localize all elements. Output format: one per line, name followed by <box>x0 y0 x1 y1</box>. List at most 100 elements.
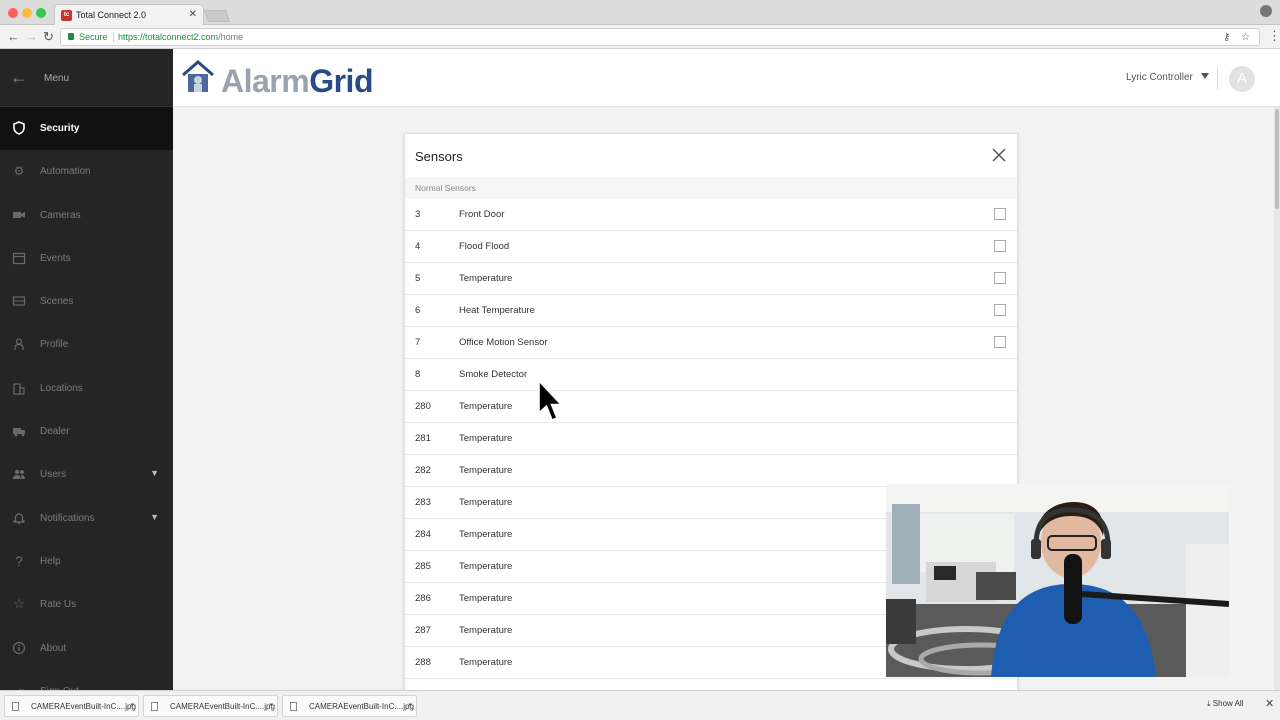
sensor-row[interactable]: 6 Heat Temperature <box>405 295 1017 327</box>
sensor-row[interactable]: 7 Office Motion Sensor <box>405 327 1017 359</box>
sidebar-item-notifications[interactable]: Notifications ▼ <box>0 497 173 540</box>
star-icon: ☆ <box>13 596 25 612</box>
minimize-window-button[interactable] <box>22 8 32 18</box>
sensor-number: 280 <box>415 401 431 412</box>
sensor-row[interactable]: 281 Temperature <box>405 423 1017 455</box>
sidebar-item-locations[interactable]: Locations <box>0 367 173 410</box>
sensor-number: 6 <box>415 305 421 316</box>
close-shelf-icon[interactable]: ✕ <box>1265 697 1274 710</box>
close-icon[interactable] <box>991 147 1007 163</box>
sensor-name: Temperature <box>459 497 513 508</box>
sensor-number: 286 <box>415 593 431 604</box>
sensor-row[interactable]: 280 Temperature <box>405 391 1017 423</box>
sensor-row[interactable]: 282 Temperature <box>405 455 1017 487</box>
house-logo-icon <box>182 60 214 92</box>
key-icon[interactable]: ⚷ <box>1223 30 1230 46</box>
sidebar-item-scenes[interactable]: Scenes <box>0 280 173 323</box>
browser-tab[interactable]: tc Total Connect 2.0 ✕ <box>54 4 204 25</box>
sidebar-item-users[interactable]: Users ▼ <box>0 453 173 496</box>
sidebar-item-events[interactable]: Events <box>0 237 173 280</box>
close-window-button[interactable] <box>8 8 18 18</box>
sensor-row[interactable]: 8 Smoke Detector <box>405 359 1017 391</box>
chevron-down-icon[interactable]: ▼ <box>150 512 159 522</box>
sensor-number: 7 <box>415 337 421 348</box>
menu-label: Menu <box>44 73 70 84</box>
file-icon <box>151 702 158 711</box>
show-all-button[interactable]: ⤓ Show All <box>1207 699 1243 709</box>
camera-icon <box>12 208 26 222</box>
maximize-window-button[interactable] <box>36 8 46 18</box>
sensor-name: Temperature <box>459 657 513 668</box>
bookmark-star-icon[interactable]: ☆ <box>1241 30 1250 46</box>
sensor-checkbox[interactable] <box>994 272 1006 284</box>
sensor-name: Temperature <box>459 625 513 636</box>
menu-toggle[interactable]: ← Menu <box>0 49 173 107</box>
back-icon[interactable]: ← <box>7 29 20 44</box>
url-field[interactable]: Secure https://totalconnect2.com/home ⚷ … <box>60 28 1260 46</box>
sidebar-item-about[interactable]: About <box>0 627 173 670</box>
avatar[interactable]: A <box>1229 66 1255 92</box>
sensor-row[interactable]: 5 Temperature <box>405 263 1017 295</box>
person-icon <box>12 337 26 351</box>
sensor-name: Office Motion Sensor <box>459 337 548 348</box>
file-icon <box>290 702 297 711</box>
page-scrollbar[interactable] <box>1274 107 1280 699</box>
tab-title: Total Connect 2.0 <box>76 10 147 20</box>
sidebar-item-dealer[interactable]: Dealer <box>0 410 173 453</box>
caret-down-icon[interactable]: ▾ <box>269 701 273 709</box>
sidebar-item-automation[interactable]: ⚙ Automation <box>0 150 173 193</box>
sensor-number: 283 <box>415 497 431 508</box>
sensor-row[interactable]: 3 Front Door <box>405 199 1017 231</box>
sidebar-item-rate-us[interactable]: ☆ Rate Us <box>0 583 173 626</box>
sidebar: ← Menu Security ⚙ Automation Cameras Eve… <box>0 49 173 699</box>
modal-title: Sensors <box>415 149 463 164</box>
sidebar-item-help[interactable]: ? Help <box>0 540 173 583</box>
secure-label: Secure <box>79 32 108 42</box>
sensor-number: 281 <box>415 433 431 444</box>
sensor-checkbox[interactable] <box>994 336 1006 348</box>
close-tab-icon[interactable]: ✕ <box>189 9 197 20</box>
sensor-row[interactable]: 4 Flood Flood <box>405 231 1017 263</box>
browser-menu-icon[interactable]: ⋮ <box>1268 28 1280 44</box>
sensor-number: 5 <box>415 273 421 284</box>
browser-profile-icon[interactable] <box>1260 5 1272 17</box>
truck-icon <box>12 424 26 438</box>
sidebar-item-profile[interactable]: Profile <box>0 323 173 366</box>
shield-icon <box>12 121 26 135</box>
app-header: AlarmGrid Lyric Controller A <box>173 49 1280 107</box>
chevron-down-icon[interactable]: ▼ <box>150 468 159 478</box>
reload-icon[interactable]: ↻ <box>43 29 54 45</box>
question-icon: ? <box>15 552 23 569</box>
scenes-icon <box>12 294 26 308</box>
favicon-icon: tc <box>61 10 72 21</box>
forward-icon[interactable]: → <box>25 29 38 44</box>
sensor-checkbox[interactable] <box>994 208 1006 220</box>
caret-down-icon[interactable] <box>1201 73 1209 79</box>
sensor-number: 4 <box>415 241 421 252</box>
sensor-number: 3 <box>415 209 421 220</box>
sensor-name: Temperature <box>459 401 513 412</box>
logo-text: AlarmGrid <box>221 63 373 99</box>
sensor-number: 282 <box>415 465 431 476</box>
back-arrow-icon: ← <box>10 67 28 87</box>
building-icon <box>12 381 26 395</box>
caret-down-icon[interactable]: ▾ <box>130 701 134 709</box>
download-item[interactable]: CAMERAEventBuilt-InC....jpg ▾ <box>282 695 417 717</box>
controller-selector[interactable]: Lyric Controller <box>1126 72 1193 83</box>
sensor-checkbox[interactable] <box>994 240 1006 252</box>
downloads-shelf: CAMERAEventBuilt-InC....jpg ▾ CAMERAEven… <box>0 690 1280 720</box>
sidebar-item-cameras[interactable]: Cameras <box>0 194 173 237</box>
download-item[interactable]: CAMERAEventBuilt-InC....jpg ▾ <box>4 695 139 717</box>
browser-tab-bar: tc Total Connect 2.0 ✕ <box>0 0 1280 25</box>
url-text: https://totalconnect2.com/home <box>118 32 244 42</box>
download-item[interactable]: CAMERAEventBuilt-InC....jpg ▾ <box>143 695 278 717</box>
sensor-checkbox[interactable] <box>994 304 1006 316</box>
caret-down-icon[interactable]: ▾ <box>408 701 412 709</box>
bell-icon <box>12 511 26 525</box>
new-tab-button[interactable] <box>203 10 231 22</box>
calendar-icon <box>12 251 26 265</box>
sidebar-item-security[interactable]: Security <box>0 107 173 151</box>
webcam-image <box>886 484 1229 677</box>
mouse-cursor-icon <box>538 380 563 422</box>
sensor-name: Temperature <box>459 465 513 476</box>
